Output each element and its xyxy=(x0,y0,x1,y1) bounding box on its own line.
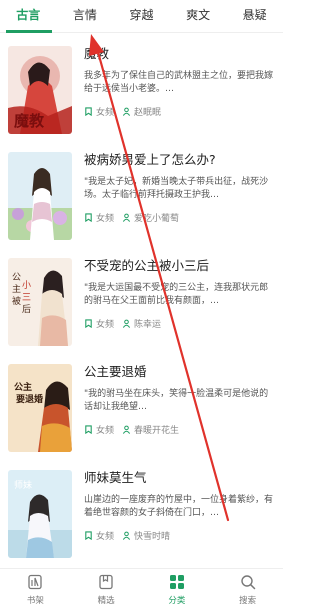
cover-title-text: 魔教 xyxy=(14,112,45,130)
active-tab-indicator xyxy=(6,30,52,33)
book-list-item[interactable]: 公主 要退婚 公主要退婚 "我的驸马坐在床头，笑得一脸温柔可是他说的话却让我绝望… xyxy=(0,352,283,458)
book-cover[interactable]: 公主 要退婚 xyxy=(8,364,72,452)
book-author: 赵眠眠 xyxy=(134,108,162,118)
book-category: 女频 xyxy=(96,214,115,224)
author-icon xyxy=(122,213,131,222)
book-list-item[interactable]: 被病娇男爱上了怎么办? "我是太子妃，新婚当晚太子带兵出征，战死沙场。太子临行前… xyxy=(0,140,283,246)
book-author: 春暖开花生 xyxy=(134,426,180,436)
book-author: 爱吃小葡萄 xyxy=(134,214,180,224)
book-description: "我的驸马坐在床头，笑得一脸温柔可是他说的话却让我绝望… xyxy=(84,389,269,412)
book-description: "我是大运国最不受宠的三公主，连我那状元郎的驸马在父王面前比我有颜面，… xyxy=(84,283,269,306)
nav-bookshelf[interactable]: 书架 xyxy=(0,569,71,612)
book-cover[interactable]: 公 主 被 小 三 后 xyxy=(8,258,72,346)
book-category: 女频 xyxy=(96,320,115,330)
book-cover-art: 师妹 xyxy=(8,470,72,558)
book-description: 我多年为了保住自己的武林盟主之位，要把我嫁给于远侯当小老婆。… xyxy=(84,71,274,94)
author-icon xyxy=(122,107,131,116)
bookmark-icon xyxy=(84,107,93,116)
book-cover-art: 公 主 被 小 三 后 xyxy=(8,258,72,346)
search-icon xyxy=(240,574,256,590)
book-category: 女频 xyxy=(96,108,115,118)
book-list-item[interactable]: 魔教 魔教 我多年为了保住自己的武林盟主之位，要把我嫁给于远侯当小老婆。… 女频… xyxy=(0,34,283,140)
book-cover-art: 公主 要退婚 xyxy=(8,364,72,452)
book-cover-art: 魔教 xyxy=(8,46,72,134)
cover-title-text: 师妹 xyxy=(14,479,32,491)
svg-text:小: 小 xyxy=(22,280,31,291)
book-cover-art xyxy=(8,152,72,240)
nav-label: 精选 xyxy=(97,596,115,606)
book-category: 女频 xyxy=(96,532,115,542)
book-title[interactable]: 不受宠的公主被小三后 xyxy=(84,258,274,274)
book-list-item[interactable]: 师妹 师妹莫生气 山崖边的一座废弃的竹屋中，一位身着紫纱，有着绝世容颜的女子斜倚… xyxy=(0,458,283,564)
svg-text:主: 主 xyxy=(12,283,21,295)
nav-label: 搜索 xyxy=(239,596,257,606)
tab-shuangwen[interactable]: 爽文 xyxy=(170,0,227,32)
tab-yanqing[interactable]: 言情 xyxy=(57,0,114,32)
nav-featured[interactable]: 精选 xyxy=(71,569,142,612)
tab-guyan[interactable]: 古言 xyxy=(0,0,57,32)
book-list-item[interactable]: 公 主 被 小 三 后 不受宠的公主被小三后 "我是大运国最不受宠的三公主，连我… xyxy=(0,246,283,352)
bookmark-icon xyxy=(84,425,93,434)
book-title[interactable]: 魔教 xyxy=(84,46,274,62)
author-icon xyxy=(122,425,131,434)
svg-text:要退婚: 要退婚 xyxy=(16,393,43,405)
tab-chuanyue[interactable]: 穿越 xyxy=(113,0,170,32)
svg-text:被: 被 xyxy=(12,295,21,307)
book-cover[interactable]: 魔教 xyxy=(8,46,72,134)
nav-label: 分类 xyxy=(168,596,186,606)
author-icon xyxy=(122,319,131,328)
book-author: 快雪时晴 xyxy=(134,532,171,542)
book-cover[interactable] xyxy=(8,152,72,240)
cover-title-text: 公 xyxy=(12,272,21,283)
cover-title-text: 公主 xyxy=(14,381,32,393)
book-description: 山崖边的一座废弃的竹屋中，一位身着紫纱，有着绝世容颜的女子斜倚在门口，… xyxy=(84,495,274,518)
category-tab-bar: 古言 言情 穿越 爽文 悬疑 xyxy=(0,0,283,33)
bookmark-icon xyxy=(84,531,93,540)
book-title[interactable]: 师妹莫生气 xyxy=(84,470,274,486)
svg-text:三: 三 xyxy=(22,293,31,303)
book-title[interactable]: 公主要退婚 xyxy=(84,364,274,380)
bookmark-icon xyxy=(84,319,93,328)
book-description: "我是太子妃，新婚当晚太子带兵出征，战死沙场。太子临行前拜托摄政王护我… xyxy=(84,177,269,200)
category-grid-icon xyxy=(169,574,185,590)
book-category: 女频 xyxy=(96,426,115,436)
svg-text:后: 后 xyxy=(22,304,31,315)
tab-xuanyi[interactable]: 悬疑 xyxy=(226,0,283,32)
nav-search[interactable]: 搜索 xyxy=(212,569,283,612)
bookmark-icon xyxy=(84,213,93,222)
book-cover[interactable]: 师妹 xyxy=(8,470,72,558)
nav-label: 书架 xyxy=(26,596,44,606)
bottom-navigation: 书架 精选 分类 搜索 xyxy=(0,568,283,612)
book-author: 陈幸运 xyxy=(134,320,162,330)
book-list: 魔教 魔教 我多年为了保住自己的武林盟主之位，要把我嫁给于远侯当小老婆。… 女频… xyxy=(0,34,283,564)
nav-category[interactable]: 分类 xyxy=(142,569,213,612)
book-title[interactable]: 被病娇男爱上了怎么办? xyxy=(84,152,274,168)
bookshelf-icon xyxy=(27,574,43,590)
author-icon xyxy=(122,531,131,540)
book-open-icon xyxy=(98,574,114,590)
